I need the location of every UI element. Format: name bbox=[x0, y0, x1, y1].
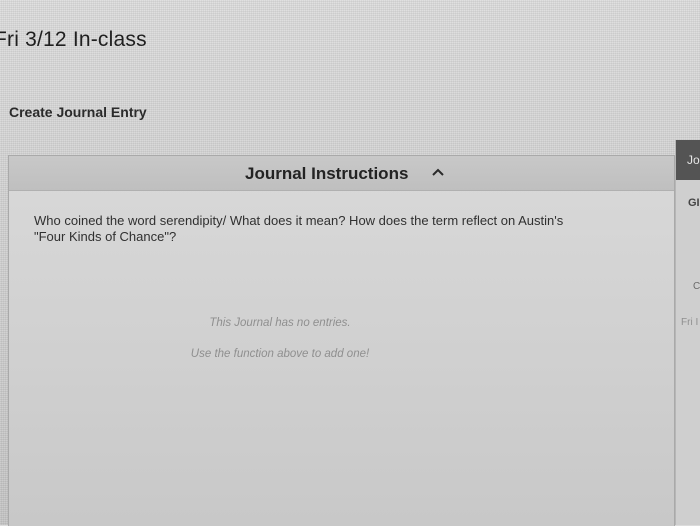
sidebar-header: Jo bbox=[676, 140, 700, 180]
create-journal-entry-link[interactable]: Create Journal Entry bbox=[9, 104, 147, 120]
journal-prompt-line-1: Who coined the word serendipity/ What do… bbox=[34, 213, 564, 228]
empty-state-message: This Journal has no entries. bbox=[209, 317, 351, 329]
sidebar-header-text: Jo bbox=[687, 153, 700, 167]
right-sidebar: Jo GI Co Fri I bbox=[675, 140, 700, 525]
journal-panel: Journal Instructions Who coined the word… bbox=[8, 155, 675, 526]
instructions-title[interactable]: Journal Instructions bbox=[245, 164, 408, 184]
sidebar-subheader: GI bbox=[688, 197, 700, 209]
journal-prompt-line-2: "Four Kinds of Chance"? bbox=[34, 229, 177, 244]
sidebar-item[interactable]: Co bbox=[693, 281, 700, 292]
chevron-up-icon[interactable] bbox=[431, 167, 445, 177]
sidebar-item[interactable]: Fri I bbox=[681, 317, 698, 328]
journal-prompt: Who coined the word serendipity/ What do… bbox=[34, 213, 654, 245]
instructions-header[interactable]: Journal Instructions bbox=[9, 156, 674, 191]
page-title: Fri 3/12 In-class bbox=[0, 28, 147, 51]
empty-state-hint: Use the function above to add one! bbox=[190, 348, 370, 360]
